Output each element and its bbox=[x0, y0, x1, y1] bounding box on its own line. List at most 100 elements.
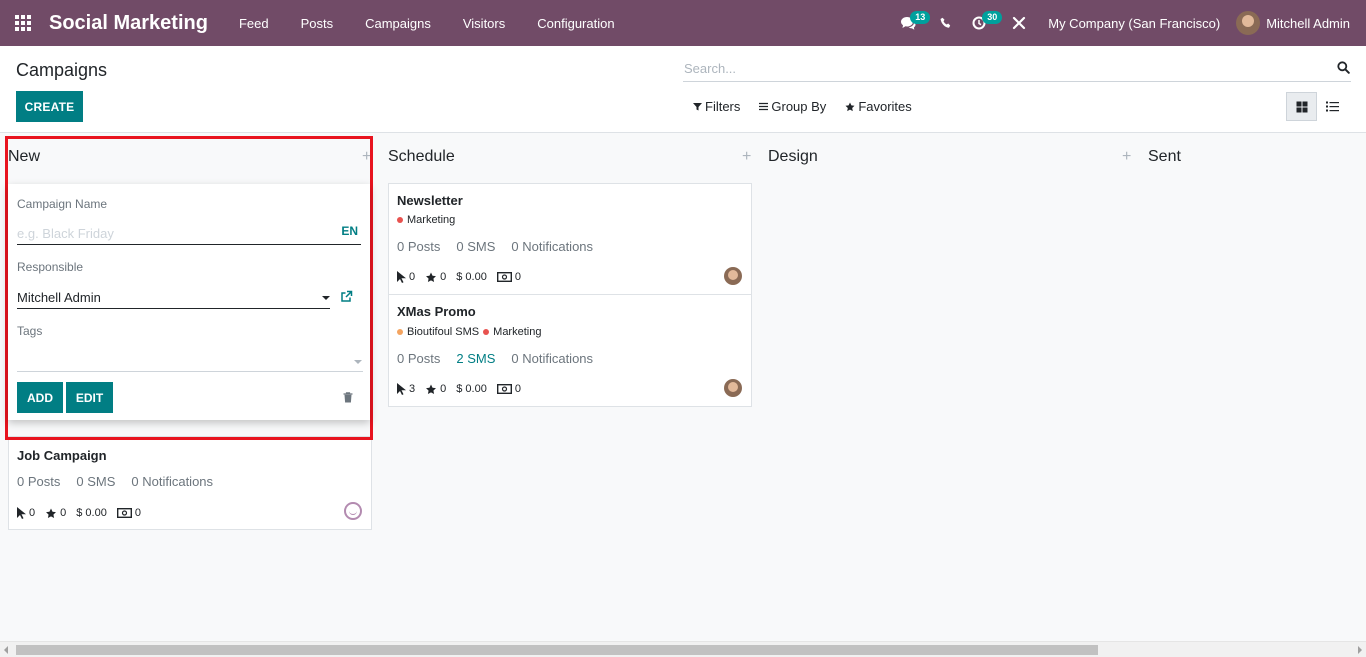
money-icon bbox=[496, 272, 512, 282]
language-toggle[interactable]: EN bbox=[341, 224, 358, 238]
control-panel: Campaigns CREATE Filters Group By Favori… bbox=[0, 46, 1366, 133]
user-avatar bbox=[1236, 11, 1261, 35]
posts-count: 0 Posts bbox=[397, 239, 441, 254]
edit-button[interactable]: EDIT bbox=[66, 382, 113, 413]
campaign-card-job[interactable]: Job Campaign 0 Posts 0 SMS 0 Notificatio… bbox=[8, 436, 372, 530]
cursor-icon bbox=[397, 383, 406, 395]
user-menu[interactable]: Mitchell Admin bbox=[1236, 11, 1366, 35]
list-view-button[interactable] bbox=[1317, 92, 1348, 121]
horizontal-scrollbar[interactable] bbox=[0, 641, 1366, 657]
tag-label: Bioutifoul SMS bbox=[407, 326, 480, 338]
card-stats: 0 Posts 0 SMS 0 Notifications bbox=[397, 239, 609, 254]
list-icon bbox=[1326, 101, 1339, 112]
debug-tools-button[interactable] bbox=[996, 0, 1036, 46]
card-tags: Marketing bbox=[397, 214, 459, 226]
search-options: Filters Group By Favorites bbox=[693, 99, 931, 114]
clicks-count: 0 bbox=[29, 507, 36, 519]
column-title-design: Design bbox=[768, 148, 818, 165]
sms-count: 2 SMS bbox=[456, 351, 496, 366]
responsible-value: Mitchell Admin bbox=[17, 289, 101, 305]
tag-color-dot bbox=[397, 217, 403, 223]
column-add-design-icon[interactable]: + bbox=[1122, 148, 1131, 166]
menu-feed[interactable]: Feed bbox=[223, 0, 285, 46]
phone-icon bbox=[940, 17, 951, 28]
cursor-icon bbox=[17, 507, 26, 519]
card-title: XMas Promo bbox=[397, 304, 476, 319]
campaign-name-input[interactable] bbox=[17, 225, 317, 241]
card-stats: 0 Posts 0 SMS 0 Notifications bbox=[17, 474, 229, 489]
card-tags: Bioutifoul SMS Marketing bbox=[397, 326, 545, 338]
responsible-field[interactable]: Mitchell Admin bbox=[17, 286, 330, 309]
search-input[interactable] bbox=[683, 60, 1323, 76]
stars-count: 0 bbox=[440, 383, 447, 395]
user-name: Mitchell Admin bbox=[1266, 15, 1350, 31]
notifications-count: 0 Notifications bbox=[511, 351, 594, 366]
filters-toggle[interactable]: Filters bbox=[693, 99, 740, 114]
revenue-value: $ 0.00 bbox=[456, 271, 487, 283]
campaign-card-xmas-promo[interactable]: XMas Promo Bioutifoul SMS Marketing 0 Po… bbox=[388, 294, 752, 407]
clicks-count: 3 bbox=[409, 383, 416, 395]
card-metrics: 0 0 $ 0.00 0 bbox=[397, 271, 531, 283]
phone-button[interactable] bbox=[926, 0, 962, 46]
column-title-schedule: Schedule bbox=[388, 148, 455, 165]
create-button[interactable]: CREATE bbox=[16, 91, 83, 122]
star-icon bbox=[426, 384, 437, 394]
kanban-icon bbox=[1296, 101, 1307, 112]
menu-visitors[interactable]: Visitors bbox=[447, 0, 521, 46]
stars-count: 0 bbox=[440, 271, 447, 283]
scroll-left-icon[interactable] bbox=[4, 646, 8, 654]
tag-color-dot bbox=[397, 329, 403, 335]
notifications-count: 0 Notifications bbox=[131, 474, 214, 489]
column-add-schedule-icon[interactable]: + bbox=[742, 148, 751, 166]
external-link-icon[interactable] bbox=[340, 290, 353, 303]
company-switcher[interactable]: My Company (San Francisco) bbox=[1036, 16, 1236, 31]
menu-posts[interactable]: Posts bbox=[285, 0, 350, 46]
trash-icon[interactable] bbox=[343, 392, 353, 403]
menu-configuration[interactable]: Configuration bbox=[521, 0, 630, 46]
tag-label: Marketing bbox=[407, 214, 456, 226]
posts-count: 0 Posts bbox=[397, 351, 441, 366]
responsible-avatar[interactable] bbox=[724, 379, 742, 397]
add-button[interactable]: ADD bbox=[17, 382, 63, 413]
tag: Marketing bbox=[397, 214, 455, 226]
cost-value: 0 bbox=[514, 271, 521, 283]
menu-campaigns[interactable]: Campaigns bbox=[349, 0, 447, 46]
apps-menu-icon[interactable] bbox=[0, 0, 46, 46]
responsible-label: Responsible bbox=[17, 260, 84, 274]
group-by-toggle[interactable]: Group By bbox=[759, 99, 826, 114]
tag-label: Marketing bbox=[493, 326, 542, 338]
star-icon bbox=[426, 272, 437, 282]
filter-icon bbox=[693, 103, 702, 111]
unassigned-avatar-icon[interactable] bbox=[344, 502, 362, 520]
cost-value: 0 bbox=[514, 383, 521, 395]
tag: Bioutifoul SMS bbox=[397, 326, 479, 338]
scroll-right-icon[interactable] bbox=[1358, 646, 1362, 654]
kanban-view-button[interactable] bbox=[1286, 92, 1317, 121]
group-by-label: Group By bbox=[771, 99, 827, 114]
filters-label: Filters bbox=[705, 99, 741, 114]
money-icon bbox=[496, 384, 512, 394]
app-title[interactable]: Social Marketing bbox=[49, 12, 208, 35]
card-stats: 0 Posts 2 SMS 0 Notifications bbox=[397, 351, 609, 366]
campaign-card-newsletter[interactable]: Newsletter Marketing 0 Posts 0 SMS 0 Not… bbox=[388, 183, 752, 295]
activity-button[interactable]: 30 bbox=[962, 0, 1003, 46]
revenue-value: $ 0.00 bbox=[456, 383, 487, 395]
top-navbar: Social Marketing Feed Posts Campaigns Vi… bbox=[0, 0, 1366, 46]
messaging-button[interactable]: 13 bbox=[890, 0, 931, 46]
clicks-count: 0 bbox=[409, 271, 416, 283]
tag: Marketing bbox=[483, 326, 541, 338]
scrollbar-thumb[interactable] bbox=[16, 645, 1098, 655]
breadcrumb: Campaigns bbox=[16, 60, 108, 80]
responsible-avatar[interactable] bbox=[724, 267, 742, 285]
tools-icon bbox=[1013, 16, 1026, 30]
sms-count: 0 SMS bbox=[76, 474, 116, 489]
favorites-toggle[interactable]: Favorites bbox=[845, 99, 912, 114]
view-switcher bbox=[1286, 92, 1348, 121]
dropdown-caret-icon bbox=[322, 296, 330, 300]
tags-field[interactable] bbox=[17, 349, 363, 372]
revenue-value: $ 0.00 bbox=[76, 507, 107, 519]
card-title: Job Campaign bbox=[17, 448, 107, 463]
search-icon[interactable] bbox=[1337, 61, 1350, 74]
card-metrics: 3 0 $ 0.00 0 bbox=[397, 383, 531, 395]
stars-count: 0 bbox=[60, 507, 67, 519]
